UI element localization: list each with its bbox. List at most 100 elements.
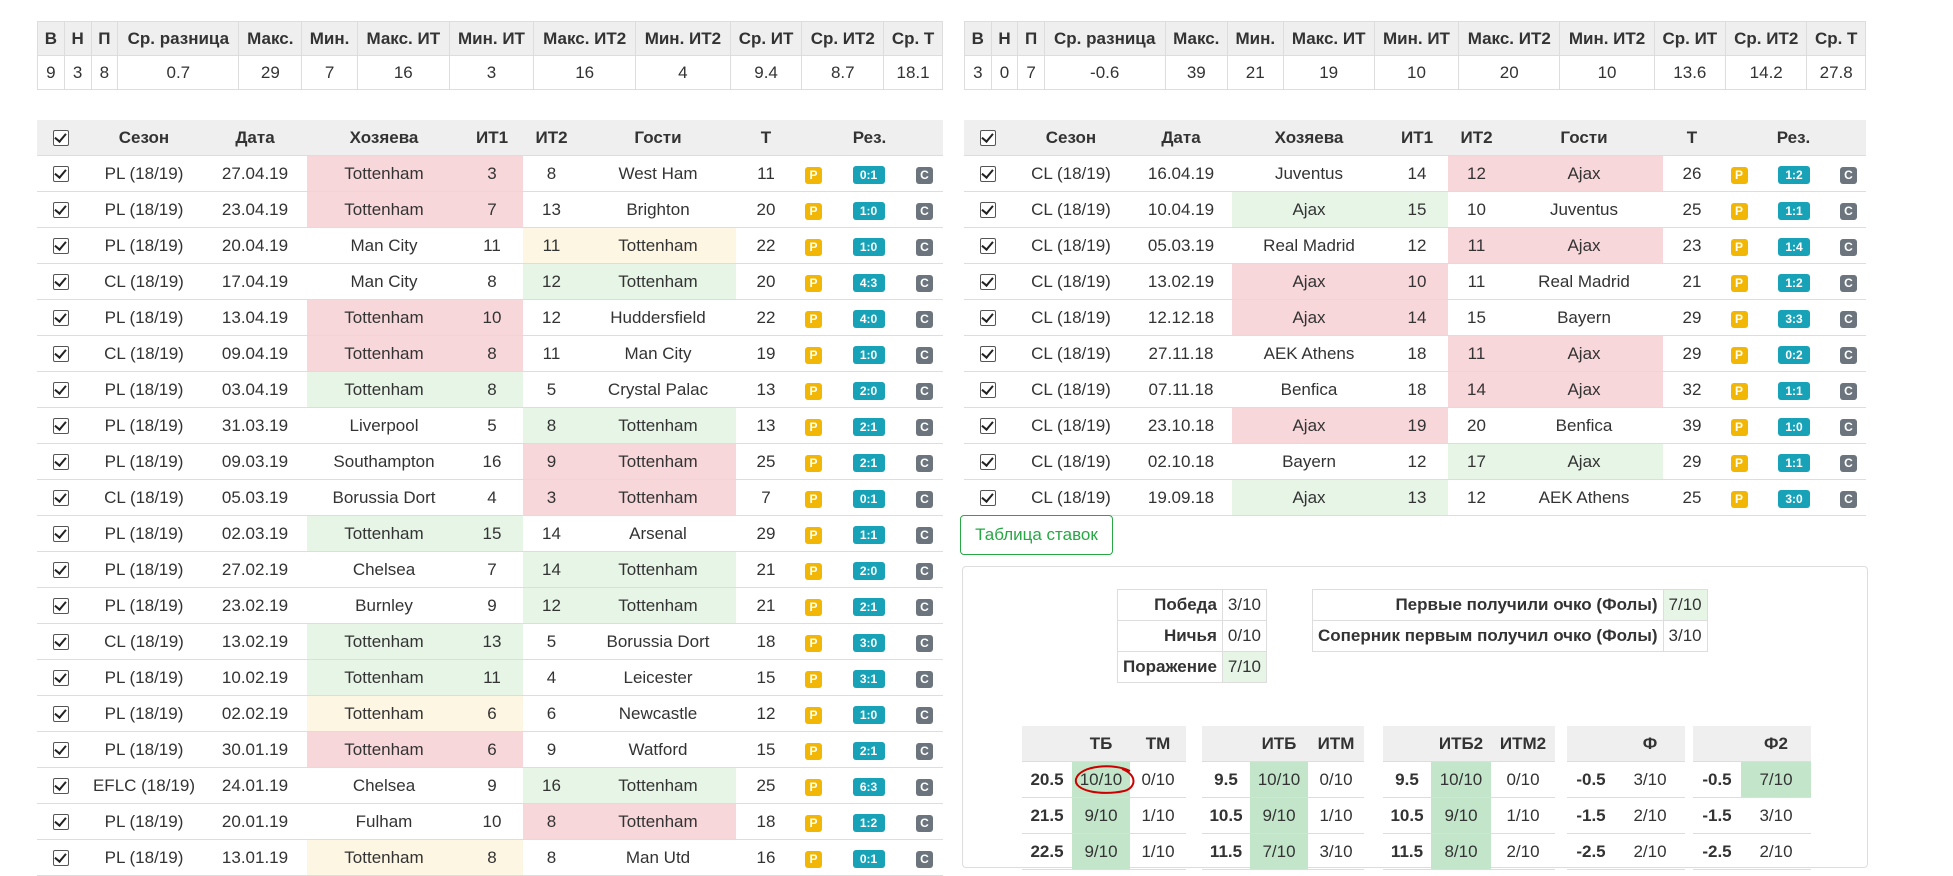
row-checkbox[interactable] [53, 778, 69, 795]
row-checkbox[interactable] [53, 562, 69, 579]
match-row[interactable]: CL (18/19) 13.02.19 Ajax 10 11 Real Madrid 21 P… [964, 263, 1867, 300]
p-badge[interactable]: P [805, 166, 822, 184]
match-row[interactable]: PL (18/19) 13.01.19 Tottenham 8 8 Man Utd 16 P 0… [37, 839, 944, 876]
p-badge[interactable]: P [1730, 454, 1748, 472]
c-badge[interactable]: C [916, 454, 933, 472]
p-badge[interactable]: P [805, 346, 822, 364]
c-badge[interactable]: C [1840, 238, 1857, 256]
score-badge[interactable]: 1:2 [1778, 165, 1810, 184]
row-checkbox[interactable] [980, 274, 996, 291]
score-badge[interactable]: 0:1 [852, 849, 885, 868]
c-badge[interactable]: C [916, 562, 933, 580]
score-badge[interactable]: 4:0 [852, 309, 885, 328]
p-badge[interactable]: P [1730, 418, 1748, 436]
row-checkbox[interactable] [53, 814, 69, 831]
c-badge[interactable]: C [916, 202, 933, 220]
c-badge[interactable]: C [1840, 490, 1857, 508]
row-checkbox[interactable] [53, 850, 69, 867]
row-checkbox[interactable] [980, 454, 996, 471]
match-row[interactable]: CL (18/19) 09.04.19 Tottenham 8 11 Man City 19… [37, 335, 944, 372]
row-checkbox[interactable] [53, 310, 69, 327]
match-row[interactable]: CL (18/19) 05.03.19 Real Madrid 12 11 Ajax 23 P… [964, 227, 1867, 264]
score-badge[interactable]: 2:0 [852, 381, 885, 400]
c-badge[interactable]: C [916, 850, 933, 868]
match-row[interactable]: CL (18/19) 13.02.19 Tottenham 13 5 Borussia D… [37, 623, 944, 660]
score-badge[interactable]: 0:1 [852, 489, 885, 508]
p-badge[interactable]: P [805, 382, 822, 400]
row-checkbox[interactable] [53, 274, 69, 291]
c-badge[interactable]: C [1840, 274, 1857, 292]
row-checkbox[interactable] [53, 382, 69, 399]
score-badge[interactable]: 1:0 [852, 705, 885, 724]
p-badge[interactable]: P [1730, 166, 1748, 184]
score-badge[interactable]: 3:0 [1778, 489, 1810, 508]
c-badge[interactable]: C [916, 274, 933, 292]
row-checkbox[interactable] [53, 454, 69, 471]
row-checkbox[interactable] [980, 346, 996, 363]
c-badge[interactable]: C [1840, 310, 1857, 328]
match-row[interactable]: CL (18/19) 17.04.19 Man City 8 12 Tottenham 20… [37, 263, 944, 300]
row-checkbox[interactable] [980, 310, 996, 327]
p-badge[interactable]: P [805, 562, 822, 580]
bets-table-button[interactable]: Таблица ставок [960, 515, 1113, 555]
row-checkbox[interactable] [980, 490, 996, 507]
c-badge[interactable]: C [916, 778, 933, 796]
row-checkbox[interactable] [980, 166, 996, 183]
score-badge[interactable]: 3:3 [1778, 309, 1810, 328]
p-badge[interactable]: P [805, 202, 822, 220]
match-row[interactable]: PL (18/19) 30.01.19 Tottenham 6 9 Watford 15 P 2… [37, 731, 944, 768]
row-checkbox[interactable] [53, 634, 69, 651]
score-badge[interactable]: 1:1 [1778, 201, 1810, 220]
match-row[interactable]: PL (18/19) 02.02.19 Tottenham 6 6 Newcastle 12… [37, 695, 944, 732]
row-checkbox[interactable] [980, 202, 996, 219]
row-checkbox[interactable] [53, 202, 69, 219]
match-row[interactable]: PL (18/19) 10.02.19 Tottenham 11 4 Leicester 1… [37, 659, 944, 696]
match-row[interactable]: CL (18/19) 23.10.18 Ajax 19 20 Benfica 39 P 1:0 C [964, 407, 1867, 444]
p-badge[interactable]: P [805, 706, 822, 724]
row-checkbox[interactable] [53, 346, 69, 363]
c-badge[interactable]: C [916, 706, 933, 724]
c-badge[interactable]: C [916, 598, 933, 616]
c-badge[interactable]: C [916, 526, 933, 544]
row-checkbox[interactable] [53, 166, 69, 183]
p-badge[interactable]: P [1730, 274, 1748, 292]
match-row[interactable]: PL (18/19) 27.02.19 Chelsea 7 14 Tottenham 21 P… [37, 551, 944, 588]
score-badge[interactable]: 1:1 [852, 525, 885, 544]
p-badge[interactable]: P [805, 310, 822, 328]
c-badge[interactable]: C [916, 634, 933, 652]
match-row[interactable]: PL (18/19) 13.04.19 Tottenham 10 12 Huddersfi… [37, 299, 944, 336]
c-badge[interactable]: C [916, 814, 933, 832]
p-badge[interactable]: P [805, 454, 822, 472]
p-badge[interactable]: P [805, 526, 822, 544]
row-checkbox[interactable] [980, 418, 996, 435]
match-row[interactable]: CL (18/19) 19.09.18 Ajax 13 12 AEK Athens 25 P 3… [964, 479, 1867, 516]
c-badge[interactable]: C [916, 166, 933, 184]
p-badge[interactable]: P [1730, 346, 1748, 364]
c-badge[interactable]: C [916, 742, 933, 760]
c-badge[interactable]: C [916, 670, 933, 688]
c-badge[interactable]: C [1840, 202, 1857, 220]
match-row[interactable]: PL (18/19) 31.03.19 Liverpool 5 8 Tottenham 13… [37, 407, 944, 444]
p-badge[interactable]: P [805, 778, 822, 796]
score-badge[interactable]: 0:1 [852, 165, 885, 184]
match-row[interactable]: PL (18/19) 09.03.19 Southampton 16 9 Tottenha… [37, 443, 944, 480]
p-badge[interactable]: P [805, 238, 822, 256]
match-row[interactable]: PL (18/19) 03.04.19 Tottenham 8 5 Crystal Pal… [37, 371, 944, 408]
match-row[interactable]: PL (18/19) 27.04.19 Tottenham 3 8 West Ham 11 P… [37, 155, 944, 192]
score-badge[interactable]: 3:0 [852, 633, 885, 652]
p-badge[interactable]: P [1730, 202, 1748, 220]
p-badge[interactable]: P [1730, 382, 1748, 400]
c-badge[interactable]: C [1840, 418, 1857, 436]
row-checkbox[interactable] [53, 670, 69, 687]
p-badge[interactable]: P [805, 598, 822, 616]
row-checkbox[interactable] [53, 742, 69, 759]
match-row[interactable]: CL (18/19) 02.10.18 Bayern 12 17 Ajax 29 P 1:1 C [964, 443, 1867, 480]
c-badge[interactable]: C [916, 418, 933, 436]
match-row[interactable]: CL (18/19) 07.11.18 Benfica 18 14 Ajax 32 P 1:1 C [964, 371, 1867, 408]
row-checkbox[interactable] [53, 238, 69, 255]
match-row[interactable]: CL (18/19) 16.04.19 Juventus 14 12 Ajax 26 P 1:2… [964, 155, 1867, 192]
c-badge[interactable]: C [1840, 346, 1857, 364]
match-row[interactable]: PL (18/19) 20.01.19 Fulham 10 8 Tottenham 18 P 1… [37, 803, 944, 840]
score-badge[interactable]: 1:0 [852, 237, 885, 256]
p-badge[interactable]: P [805, 274, 822, 292]
